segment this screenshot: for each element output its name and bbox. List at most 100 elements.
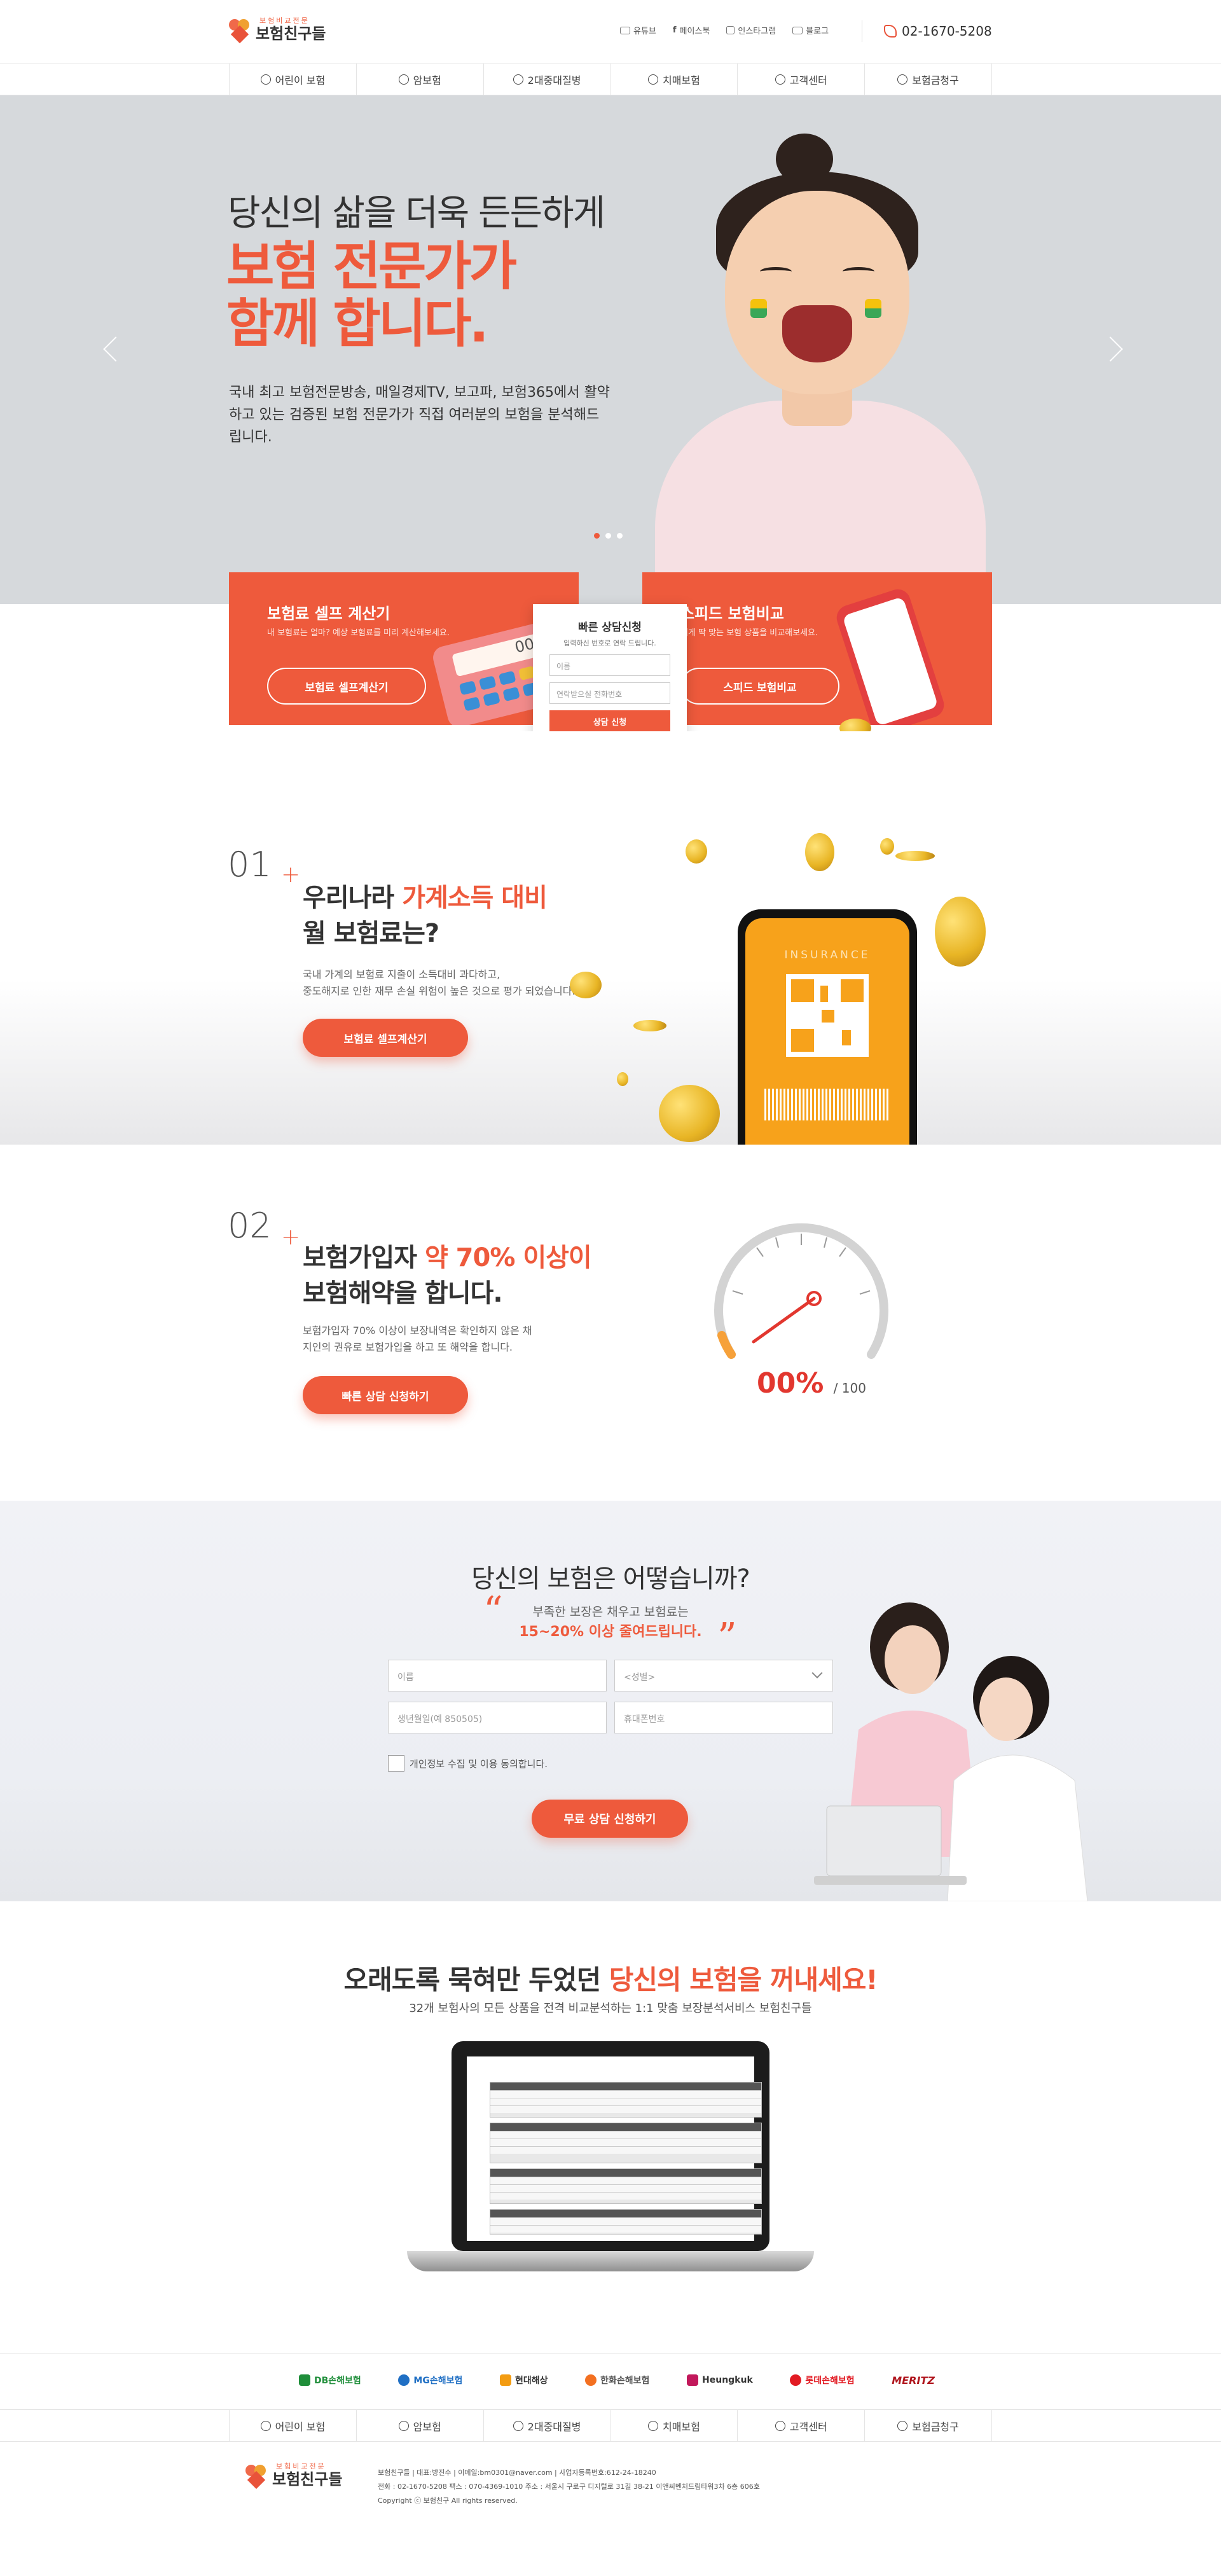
logo-mark-icon: [229, 17, 251, 44]
coin-image: [570, 972, 602, 998]
footer-nav-dementia[interactable]: 치매보험: [610, 2410, 738, 2442]
section-number: 02: [228, 1206, 272, 1246]
slide-dot[interactable]: [617, 533, 623, 539]
nav-item-customer-center[interactable]: 고객센터: [738, 64, 866, 95]
phone-icon: [884, 25, 897, 38]
speed-compare-button[interactable]: 스피드 보험비교: [680, 668, 839, 705]
cancer-icon: [398, 2421, 409, 2431]
db-logo-icon: [299, 2374, 310, 2386]
logo-mark-icon: [245, 2462, 267, 2490]
footer-nav-cancer-insurance[interactable]: 암보험: [357, 2410, 484, 2442]
quick-desc: 입력하신 번호로 연락 드립니다.: [563, 639, 656, 647]
heungkuk-logo-icon: [687, 2374, 699, 2386]
laptop-base: [407, 2251, 814, 2271]
insurance-phone-image: INSURANCE: [738, 909, 917, 1146]
section-description: 국내 가계의 보험료 지출이 소득대비 과다하고, 중도해지로 인한 재무 손실…: [303, 968, 576, 997]
footer-nav-customer-center[interactable]: 고객센터: [738, 2410, 866, 2442]
instagram-link[interactable]: 인스타그램: [726, 24, 776, 36]
company-info: 보험친구들 | 대표:방진수 | 이메일:bm0301@naver.com | …: [378, 2469, 760, 2505]
phone-coupon-icon: [833, 586, 948, 725]
section-income-ratio: 01 + 우리나라 가계소득 대비 월 보험료는? 국내 가계의 보험료 지출이…: [0, 731, 1221, 1146]
elderly-icon: [647, 74, 658, 85]
pen-icon: [513, 2421, 523, 2431]
quick-title: 빠른 상담신청: [578, 621, 642, 634]
coin-image: [617, 1072, 628, 1086]
name-input[interactable]: 이름: [388, 1660, 607, 1691]
checkbox[interactable]: [388, 1755, 404, 1772]
phone-number: 02-1670-5208: [902, 24, 992, 39]
report-screen: [467, 2056, 762, 2241]
coin-image: [686, 839, 707, 864]
coin-image: [935, 897, 986, 967]
birthdate-input[interactable]: 생년월일(예 850505): [388, 1702, 607, 1733]
quick-name-input[interactable]: 이름: [549, 654, 670, 676]
analysis-title: 오래도록 묵혀만 두었던 당신의 보험을 꺼내세요!: [343, 1964, 878, 1995]
blog-link[interactable]: 블로그: [792, 24, 829, 36]
partner-logo-lotte: 롯데손해보험: [790, 2374, 855, 2387]
coin-image: [805, 833, 834, 871]
chat-icon: [897, 74, 908, 85]
coin-image: [633, 1020, 666, 1031]
logo[interactable]: 보험비교전문 보험친구들: [229, 17, 326, 44]
nav-item-major-disease[interactable]: 2대중대질병: [484, 64, 611, 95]
chat-icon: [897, 2421, 908, 2431]
consultants-photo: [814, 1602, 1088, 1901]
footer-nav-claim[interactable]: 보험금청구: [865, 2410, 992, 2442]
phone-screen-label: INSURANCE: [784, 949, 871, 961]
youtube-link[interactable]: 유튜브: [620, 24, 656, 36]
main-nav: 어린이 보험 암보험 2대중대질병 치매보험 고객센터 보험금청구: [0, 64, 1221, 95]
elderly-icon: [647, 2421, 658, 2431]
nav-item-claim[interactable]: 보험금청구: [865, 64, 992, 95]
gauge-value: 00% / 100: [757, 1367, 866, 1400]
nav-item-dementia[interactable]: 치매보험: [610, 64, 738, 95]
instagram-icon: [726, 26, 735, 34]
compare-card: 스피드 보험비교 내게 딱 맞는 보험 상품을 비교해보세요. 스피드 보험비교: [642, 572, 992, 725]
next-slide-arrow-icon[interactable]: [1098, 336, 1123, 362]
consult-title: 당신의 보험은 어떻습니까?: [471, 1564, 750, 1594]
compare-title: 스피드 보험비교: [680, 605, 784, 623]
slide-dot[interactable]: [594, 533, 600, 539]
section-title: 보험가입자 약 70% 이상이 보험해약을 합니다.: [303, 1243, 592, 1308]
quick-consult-button[interactable]: 빠른 상담 신청하기: [303, 1376, 468, 1414]
slide-indicator: [594, 533, 623, 539]
cancer-icon: [398, 74, 409, 85]
hanwha-logo-icon: [585, 2374, 597, 2386]
coin-image: [659, 1085, 720, 1142]
self-calculator-button[interactable]: 보험료 셀프계산기: [303, 1019, 468, 1057]
gender-select[interactable]: <성별>: [614, 1660, 833, 1691]
partner-logos: DB손해보험 MG손해보험 현대해상 한화손해보험 Heungkuk 롯데손해보…: [0, 2353, 1221, 2410]
site-footer: 보험비교전문 보험친구들 보험친구들 | 대표:방진수 | 이메일:bm0301…: [0, 2442, 1221, 2576]
person-icon: [775, 2421, 785, 2431]
quick-submit-button[interactable]: 상담 신청: [549, 710, 670, 732]
partner-logo-hanwha: 한화손해보험: [585, 2374, 649, 2387]
person-icon: [775, 74, 785, 85]
facebook-link[interactable]: f 페이스북: [673, 24, 710, 36]
footer-logo[interactable]: 보험비교전문 보험친구들: [245, 2462, 342, 2490]
header-phone[interactable]: 02-1670-5208: [862, 20, 992, 42]
logo-subtitle: 보험비교전문: [259, 17, 310, 25]
plus-icon: +: [281, 862, 301, 888]
kids-icon: [260, 2421, 271, 2431]
plus-icon: +: [281, 1224, 301, 1250]
blog-icon: [792, 26, 803, 34]
nav-item-kids-insurance[interactable]: 어린이 보험: [230, 64, 357, 95]
hero-slider: 당신의 삶을 더욱 든든하게 보험 전문가가 함께 합니다. 국내 최고 보험전…: [0, 95, 1221, 604]
analysis-section: 오래도록 묵혀만 두었던 당신의 보험을 꺼내세요! 32개 보험사의 모든 상…: [0, 1901, 1221, 2353]
youtube-icon: [620, 26, 630, 34]
nav-item-cancer-insurance[interactable]: 암보험: [357, 64, 484, 95]
social-links: 유튜브 f 페이스북 인스타그램 블로그: [620, 24, 829, 36]
quick-phone-input[interactable]: 연락받으실 전화번호: [549, 682, 670, 704]
partner-logo-meritz: MERITZ: [892, 2374, 935, 2387]
free-consult-button[interactable]: 무료 상담 신청하기: [532, 1800, 688, 1838]
footer-nav-major-disease[interactable]: 2대중대질병: [484, 2410, 611, 2442]
lotte-logo-icon: [790, 2374, 802, 2386]
footer-nav-kids-insurance[interactable]: 어린이 보험: [230, 2410, 357, 2442]
compare-desc: 내게 딱 맞는 보험 상품을 비교해보세요.: [680, 628, 818, 638]
site-header: 보험비교전문 보험친구들 유튜브 f 페이스북 인스타그램 블로그 02-1670…: [0, 0, 1221, 64]
slide-dot[interactable]: [605, 533, 611, 539]
mobile-input[interactable]: 휴대폰번호: [614, 1702, 833, 1733]
prev-slide-arrow-icon[interactable]: [103, 336, 128, 362]
privacy-agree[interactable]: 개인정보 수집 및 이용 동의합니다.: [388, 1755, 548, 1772]
hyundai-logo-icon: [499, 2374, 511, 2386]
self-calculator-button[interactable]: 보험료 셀프계산기: [267, 668, 426, 705]
